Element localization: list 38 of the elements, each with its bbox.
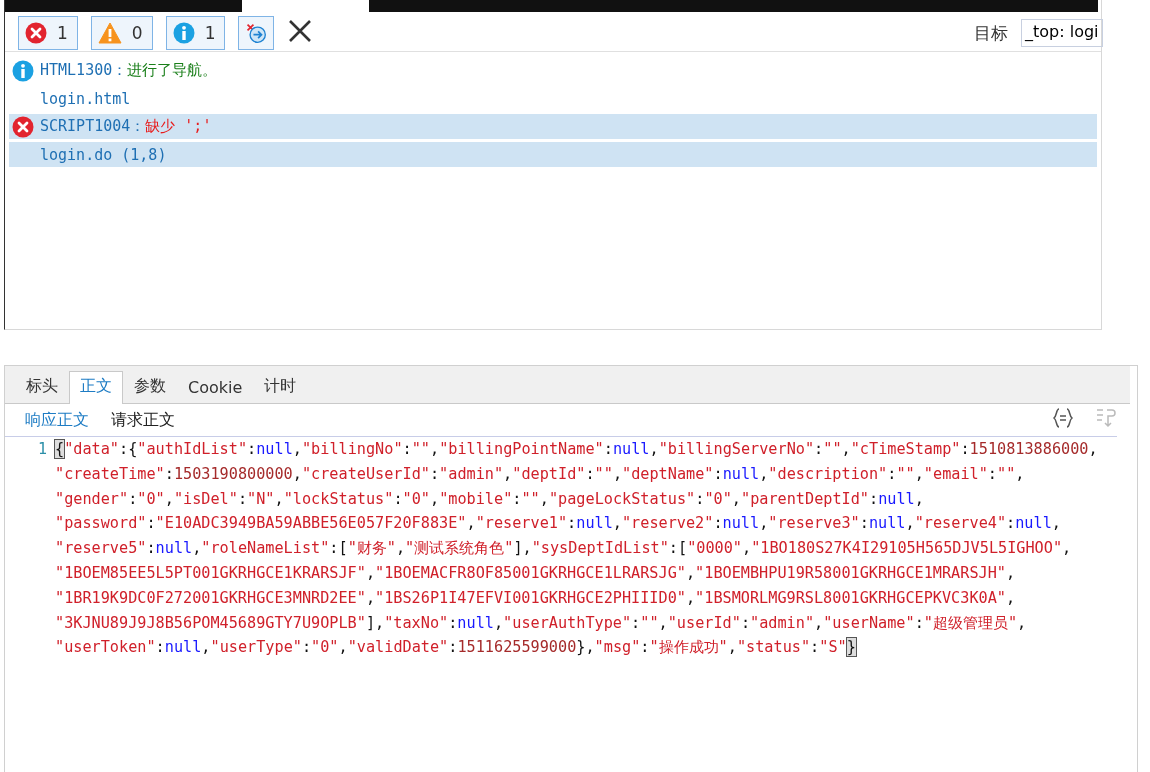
code-line: "createTime":1503190800000,"createUserId":"admin","deptId":"","deptName":null,"description":"","email":"",	[55, 463, 1026, 485]
code-line: "password":"E10ADC3949BA59ABBE56E057F20F883E","reserve1":null,"reserve2":null,"reserve3":null,"reserve4":null,	[55, 513, 1062, 535]
code-line: "userToken":null,"userType":"0","validDate":1511625599000},"msg":"操作成功","status":"S"}	[55, 637, 857, 659]
error-icon	[12, 115, 34, 138]
info-icon	[172, 22, 195, 44]
code-line: "reserve5":null,"roleNameList":["财务","测试系统角色"],"sysDeptIdList":["0000","1BO180S27K4I29105H565DJV5L5IGHOO",	[55, 538, 1073, 560]
warning-filter-button[interactable]: 0	[90, 16, 153, 50]
message-row[interactable]: login.do (1,8)	[9, 142, 1097, 167]
target-dropdown[interactable]: _top: logi	[1021, 19, 1103, 47]
info-filter-button[interactable]: 1	[165, 16, 226, 50]
message-text: 进行了导航。	[127, 61, 218, 80]
error-icon	[25, 22, 47, 44]
code-line: "1BR19K9DC0F272001GKRHGCE3MNRD2EE","1BS26P1I47EFVI001GKRHGCE2PHIIID0","1BSMORLMG9RSL8001GKRHGCEPKVC3K0A",	[55, 587, 1017, 609]
code-line: "1BOEM85EE5L5PT001GKRHGCE1KRARSJF","1BOEMACFR8OF85001GKRHGCE1LRARSJG","1BOEMBHPU19R58001GKRHGCE1MRARSJH",	[55, 563, 1017, 584]
detail-tab[interactable]: Cookie	[177, 373, 254, 404]
detail-tab[interactable]: 正文	[69, 371, 123, 404]
body-tab[interactable]: 响应正文	[25, 409, 89, 431]
detail-tab[interactable]: 参数	[123, 371, 177, 404]
message-row[interactable]: SCRIPT1004：缺少 ';'	[9, 114, 1097, 139]
detail-tab[interactable]: 标头	[15, 371, 69, 404]
warning-icon	[97, 22, 122, 44]
message-row[interactable]: login.html	[9, 86, 1097, 111]
message-code: HTML1300：	[40, 61, 128, 80]
error-filter-button[interactable]: 1	[18, 16, 78, 50]
code-line: "3KJNU89J9J8B56POM45689GTY7U9OPLB"],"taxNo":null,"userAuthType":"","userId":"admin","userName":"超级管理员",	[55, 612, 1028, 634]
clear-on-navigate-toggle[interactable]	[238, 16, 275, 50]
info-icon	[12, 59, 34, 82]
code-line: {"data":{"authIdList":null,"billingNo":"","billingPointName":null,"billingServerNo":"","cTimeStamp":1510813886000,	[55, 439, 1098, 460]
message-text: 缺少 ';'	[145, 117, 212, 136]
detail-tab[interactable]: 计时	[253, 371, 308, 404]
code-line: "gender":"0","isDel":"N","lockStatus":"0","mobile":"","pageLockStatus":"0","parentDeptId":null,	[55, 488, 925, 510]
message-code: SCRIPT1004：	[40, 117, 146, 136]
line-number: 1	[36, 439, 48, 460]
message-row[interactable]: HTML1300：进行了导航。	[9, 58, 1097, 83]
target-label: 目标	[974, 21, 1008, 45]
source-link[interactable]: login.html	[12, 89, 131, 108]
body-tab[interactable]: 请求正文	[111, 409, 175, 431]
source-link[interactable]: login.do (1,8)	[12, 145, 167, 164]
